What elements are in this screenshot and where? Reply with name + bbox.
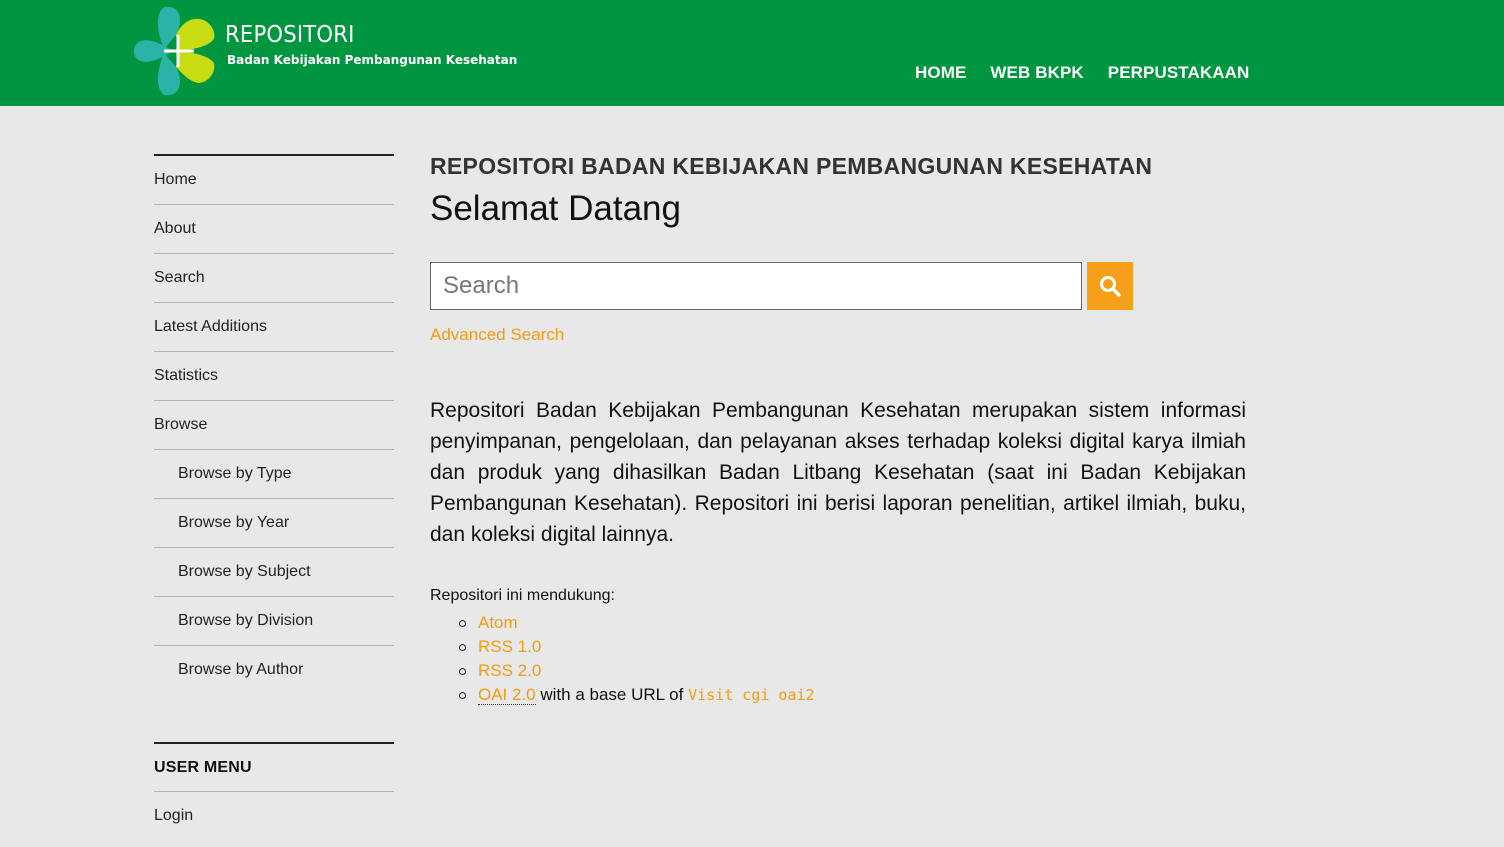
sidebar-item-browse-type[interactable]: Browse by Type (154, 450, 394, 499)
sidebar-menu: Home About Search Latest Additions Stati… (154, 154, 394, 695)
sidebar-item-browse-year[interactable]: Browse by Year (154, 499, 394, 548)
oai-link[interactable]: OAI 2.0 (478, 685, 536, 705)
sidebar-item-statistics[interactable]: Statistics (154, 352, 394, 401)
page-title: Selamat Datang (430, 189, 681, 228)
sidebar-item-browse-author[interactable]: Browse by Author (154, 646, 394, 695)
search-icon (1100, 276, 1121, 297)
supports-label: Repositori ini mendukung: (430, 587, 615, 604)
sidebar-item-latest-additions[interactable]: Latest Additions (154, 303, 394, 352)
feed-rss2-link[interactable]: RSS 2.0 (478, 661, 541, 680)
login-link[interactable]: Login (154, 792, 394, 841)
search-button[interactable] (1087, 262, 1133, 310)
brand-title[interactable]: REPOSITORI (225, 22, 355, 48)
list-item: Atom (458, 611, 815, 635)
page-subtitle: REPOSITORI BADAN KEBIJAKAN PEMBANGUNAN K… (430, 153, 1153, 179)
intro-paragraph: Repositori Badan Kebijakan Pembangunan K… (430, 399, 1246, 546)
nav-perpustakaan[interactable]: PERPUSTAKAAN (1108, 63, 1250, 83)
search-form (430, 262, 1133, 310)
list-item: OAI 2.0 with a base URL of Visit cgi oai… (458, 683, 815, 707)
sidebar-item-search[interactable]: Search (154, 254, 394, 303)
feeds-list: Atom RSS 1.0 RSS 2.0 OAI 2.0 with a base… (458, 611, 815, 707)
sidebar-item-browse[interactable]: Browse (154, 401, 394, 450)
top-nav: HOME WEB BKPK PERPUSTAKAAN (915, 63, 1273, 83)
sidebar-item-browse-division[interactable]: Browse by Division (154, 597, 394, 646)
main-content: REPOSITORI BADAN KEBIJAKAN PEMBANGUNAN K… (430, 152, 1246, 705)
oai-url-link[interactable]: Visit cgi oai2 (688, 686, 814, 704)
plus-leaf-logo-icon[interactable] (134, 5, 220, 97)
search-input[interactable] (430, 262, 1082, 310)
brand-subtitle: Badan Kebijakan Pembangunan Kesehatan (227, 53, 518, 67)
feed-rss1-link[interactable]: RSS 1.0 (478, 637, 541, 656)
user-menu: USER MENU Login (154, 742, 394, 841)
supported-feeds: Repositori ini mendukung: Atom RSS 1.0 R… (430, 587, 815, 707)
user-menu-title: USER MENU (154, 742, 394, 792)
feed-atom-link[interactable]: Atom (478, 613, 518, 632)
sidebar-item-browse-subject[interactable]: Browse by Subject (154, 548, 394, 597)
list-item: RSS 1.0 (458, 635, 815, 659)
sidebar-item-about[interactable]: About (154, 205, 394, 254)
list-item: RSS 2.0 (458, 659, 815, 683)
nav-web-bkpk[interactable]: WEB BKPK (990, 63, 1083, 83)
sidebar-item-home[interactable]: Home (154, 156, 394, 205)
advanced-search-link[interactable]: Advanced Search (430, 325, 564, 345)
oai-text: with a base URL of (535, 685, 689, 704)
nav-home[interactable]: HOME (915, 63, 966, 83)
site-header: REPOSITORI Badan Kebijakan Pembangunan K… (0, 0, 1504, 106)
